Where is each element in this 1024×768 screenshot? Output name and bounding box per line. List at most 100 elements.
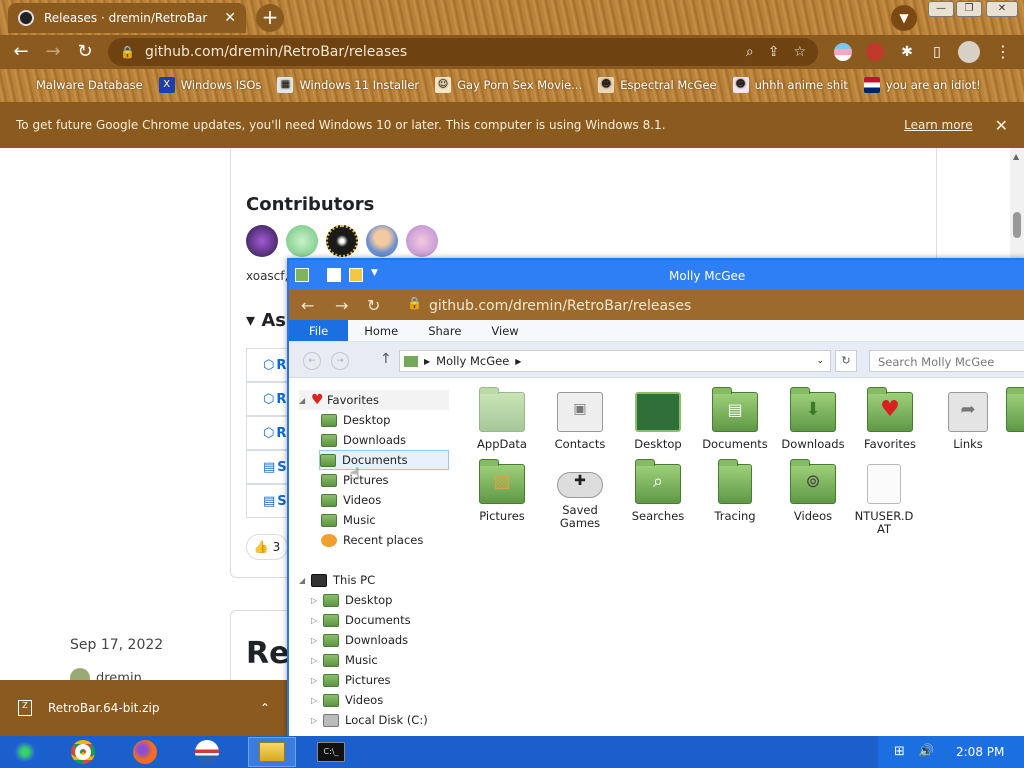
close-tab-icon[interactable]: ✕ xyxy=(224,10,236,26)
file-item-tracing[interactable]: Tracing xyxy=(696,459,774,523)
scrollbar-thumb[interactable] xyxy=(1013,212,1021,238)
ribbon-tab-view[interactable]: View xyxy=(477,320,532,341)
customize-dropdown-icon[interactable]: ▼ xyxy=(371,268,378,278)
side-panel-icon[interactable]: ▯ xyxy=(926,41,948,63)
collapsed-arrow-icon[interactable]: ▷ xyxy=(311,596,321,605)
thumbs-up-reaction[interactable]: 👍 3 xyxy=(246,534,288,560)
chevron-up-icon[interactable]: ⌃ xyxy=(260,701,270,715)
contributor-avatar[interactable] xyxy=(246,225,278,257)
explorer-address-bar[interactable]: ▶ Molly McGee ▶ ⌄ xyxy=(399,350,831,372)
bookmark-idiot[interactable]: you are an idiot! xyxy=(863,77,981,93)
file-item-ntuser[interactable]: NTUSER.DAT xyxy=(851,464,917,536)
file-item-videos[interactable]: ⊚ Videos xyxy=(774,459,852,523)
address-bar-url[interactable]: github.com/dremin/RetroBar/releases xyxy=(145,44,732,60)
collapsed-arrow-icon[interactable]: ▷ xyxy=(311,716,321,725)
chevron-down-icon[interactable]: ⌄ xyxy=(816,356,824,366)
nav-fav-videos[interactable]: Videos xyxy=(321,490,381,510)
contributor-avatar[interactable] xyxy=(326,225,358,257)
bookmark-windows-isos[interactable]: X Windows ISOs xyxy=(158,77,261,93)
file-item-appdata[interactable]: AppData xyxy=(463,387,541,451)
extension-avatar-icon[interactable] xyxy=(866,43,884,61)
nav-this-pc[interactable]: ◢ This PC xyxy=(299,570,375,590)
nav-pc-pictures[interactable]: ▷ Pictures xyxy=(311,670,391,690)
nav-pc-downloads[interactable]: ▷ Downloads xyxy=(311,630,408,650)
taskbar-firefox[interactable] xyxy=(124,737,166,767)
file-item-favorites[interactable]: ♥ Favorites xyxy=(851,387,929,451)
chevron-right-icon[interactable]: ▶ xyxy=(515,357,521,366)
file-item-desktop[interactable]: Desktop xyxy=(619,392,697,451)
address-bar[interactable]: 🔒 github.com/dremin/RetroBar/releases ⌕ … xyxy=(108,38,818,66)
search-icon[interactable]: ⌕ xyxy=(746,44,754,60)
speaker-icon[interactable]: 🔊 xyxy=(918,744,934,759)
extensions-puzzle-icon[interactable]: ✱ xyxy=(896,41,918,63)
network-icon[interactable]: ⊞ xyxy=(894,744,905,759)
nav-fav-recent-places[interactable]: Recent places xyxy=(321,530,423,550)
clock[interactable]: 2:08 PM xyxy=(956,745,1004,759)
taskbar-cmd[interactable]: C:\_ xyxy=(310,737,352,767)
file-item-links[interactable]: ➦ Links xyxy=(929,392,1007,451)
nav-fav-downloads[interactable]: Downloads xyxy=(321,430,406,450)
file-item-partial[interactable] xyxy=(1003,387,1024,438)
up-arrow-icon[interactable]: ↑ xyxy=(380,351,392,367)
explorer-title-bar[interactable]: ▼ Molly McGee xyxy=(289,260,1024,290)
reload-icon[interactable]: ↻ xyxy=(74,41,96,63)
nav-pc-documents[interactable]: ▷ Documents xyxy=(311,610,411,630)
nav-pc-videos[interactable]: ▷ Videos xyxy=(311,690,383,710)
expanded-arrow-icon[interactable]: ◢ xyxy=(299,396,309,405)
tab-search-chevron-icon[interactable]: ▼ xyxy=(891,5,917,31)
bookmark-movie[interactable]: ☺ Gay Porn Sex Movie... xyxy=(435,77,582,93)
close-window-button[interactable]: ✕ xyxy=(986,1,1018,17)
contributor-avatar[interactable] xyxy=(366,225,398,257)
extension-flag-icon[interactable] xyxy=(834,43,852,61)
contributor-avatar[interactable] xyxy=(286,225,318,257)
ribbon-tab-share[interactable]: Share xyxy=(414,320,475,341)
bookmark-windows-11-installer[interactable]: ▦ Windows 11 Installer xyxy=(277,77,419,93)
collapsed-arrow-icon[interactable]: ▷ xyxy=(311,696,321,705)
file-item-saved-games[interactable]: ✚ Saved Games xyxy=(541,464,619,530)
collapsed-arrow-icon[interactable]: ▷ xyxy=(311,656,321,665)
share-icon[interactable]: ⇪ xyxy=(768,44,780,60)
bookmark-espectral-mcgee[interactable]: ☻ Espectral McGee xyxy=(598,77,717,93)
assets-heading[interactable]: ▾ As xyxy=(246,310,286,331)
nav-fav-music[interactable]: Music xyxy=(321,510,376,530)
collapsed-arrow-icon[interactable]: ▷ xyxy=(311,636,321,645)
browser-tab-releases[interactable]: Releases · dremin/RetroBar ✕ xyxy=(8,3,246,33)
new-tab-button[interactable]: + xyxy=(256,4,284,32)
contributor-avatar[interactable] xyxy=(406,225,438,257)
file-item-pictures[interactable]: ▨ Pictures xyxy=(463,459,541,523)
explorer-search-input[interactable]: Search Molly McGee xyxy=(869,350,1024,372)
start-button[interactable] xyxy=(4,737,46,767)
bookmark-anime[interactable]: ☻ uhhh anime shit xyxy=(732,77,848,93)
ribbon-tab-home[interactable]: Home xyxy=(350,320,412,341)
ribbon-tab-file[interactable]: File xyxy=(289,320,349,341)
nav-favorites[interactable]: ◢ ♥ Favorites xyxy=(299,390,449,410)
back-arrow-icon[interactable]: ← xyxy=(10,41,32,63)
properties-icon[interactable] xyxy=(327,268,341,282)
file-item-contacts[interactable]: ▣ Contacts xyxy=(541,392,619,451)
menu-kebab-icon[interactable]: ⋮ xyxy=(992,41,1014,63)
learn-more-link[interactable]: Learn more xyxy=(904,118,972,132)
taskbar-obama[interactable] xyxy=(186,737,228,767)
release-author[interactable]: dremin xyxy=(70,668,142,680)
nav-fav-desktop[interactable]: Desktop xyxy=(321,410,390,430)
scroll-up-arrow-icon[interactable]: ▲ xyxy=(1013,152,1019,161)
taskbar-chrome[interactable] xyxy=(62,737,104,767)
taskbar-file-explorer[interactable] xyxy=(248,737,296,767)
explorer-forward-icon[interactable]: → xyxy=(331,352,349,370)
profile-avatar-icon[interactable] xyxy=(958,41,980,63)
bookmark-star-icon[interactable]: ☆ xyxy=(793,44,806,60)
collapsed-arrow-icon[interactable]: ▷ xyxy=(311,676,321,685)
explorer-back-icon[interactable]: ← xyxy=(303,352,321,370)
bookmark-malware-database[interactable]: Malware Database xyxy=(14,77,143,93)
restore-button[interactable]: ❐ xyxy=(956,1,982,17)
nav-pc-music[interactable]: ▷ Music xyxy=(311,650,378,670)
download-item[interactable]: Z RetroBar.64-bit.zip ⌃ xyxy=(0,680,288,736)
forward-arrow-icon[interactable]: → xyxy=(42,41,64,63)
file-item-downloads[interactable]: ⬇ Downloads xyxy=(774,387,852,451)
nav-fav-documents[interactable]: Documents xyxy=(319,450,449,470)
collapsed-arrow-icon[interactable]: ▷ xyxy=(311,616,321,625)
close-infobar-icon[interactable]: ✕ xyxy=(995,116,1008,135)
expanded-arrow-icon[interactable]: ◢ xyxy=(299,576,309,585)
minimize-button[interactable]: — xyxy=(928,1,954,17)
file-item-documents[interactable]: ▤ Documents xyxy=(696,387,774,451)
